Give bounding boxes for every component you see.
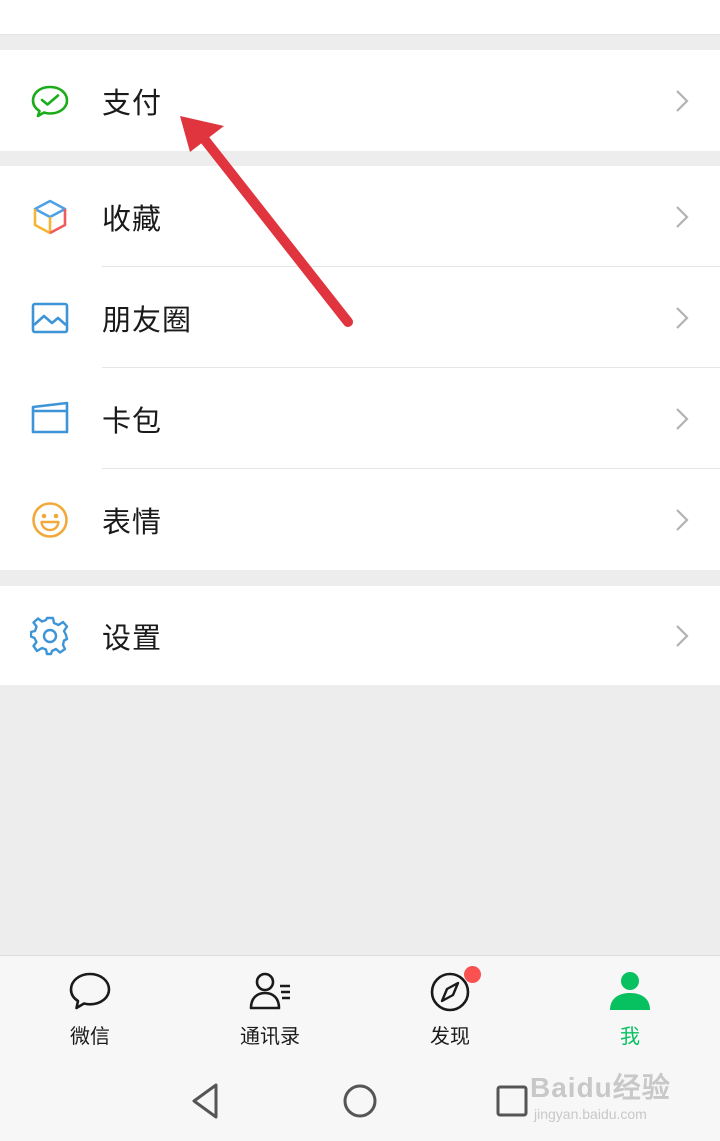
chevron-right-icon xyxy=(676,306,689,329)
chevron-right-icon xyxy=(676,508,689,531)
menu-item-label: 设置 xyxy=(102,620,163,655)
back-triangle-icon[interactable] xyxy=(184,1079,228,1123)
notification-badge xyxy=(464,966,481,983)
watermark-url: jingyan.baidu.com xyxy=(534,1106,647,1122)
tab-label: 微信 xyxy=(70,1024,110,1048)
image-icon xyxy=(30,298,70,338)
chevron-right-icon xyxy=(676,205,689,228)
chat-bubble-icon xyxy=(67,968,113,1014)
tab-me[interactable]: 我 xyxy=(540,956,720,1061)
menu-item-favorites[interactable]: 收藏 xyxy=(0,166,720,267)
gear-icon xyxy=(30,616,70,656)
wechat-pay-icon xyxy=(30,81,70,121)
smile-icon xyxy=(30,500,70,540)
menu-group-pay: 支付 xyxy=(0,50,720,151)
menu-item-pay[interactable]: 支付 xyxy=(0,50,720,151)
person-icon xyxy=(607,968,653,1014)
tab-chats[interactable]: 微信 xyxy=(0,956,180,1061)
contacts-icon xyxy=(247,968,293,1014)
tab-label: 发现 xyxy=(430,1024,470,1048)
tab-label: 通讯录 xyxy=(240,1024,300,1048)
chevron-right-icon xyxy=(676,624,689,647)
recent-apps-square-icon[interactable] xyxy=(490,1079,534,1123)
menu-item-label: 表情 xyxy=(102,504,163,539)
previous-section-card xyxy=(0,0,720,35)
baidu-watermark: Baidu经验 jingyan.baidu.com xyxy=(530,1066,710,1128)
menu-item-moments[interactable]: 朋友圈 xyxy=(0,267,720,368)
menu-item-label: 支付 xyxy=(102,85,163,120)
tab-contacts[interactable]: 通讯录 xyxy=(180,956,360,1061)
home-circle-icon[interactable] xyxy=(338,1079,382,1123)
watermark-brand: Baidu经验 xyxy=(530,1072,671,1103)
tab-discover[interactable]: 发现 xyxy=(360,956,540,1061)
bottom-tab-bar: 微信 通讯录 发现 我 xyxy=(0,955,720,1061)
chevron-right-icon xyxy=(676,89,689,112)
menu-item-settings[interactable]: 设置 xyxy=(0,586,720,685)
chevron-right-icon xyxy=(676,407,689,430)
tab-label: 我 xyxy=(620,1024,640,1048)
card-wallet-icon xyxy=(30,399,70,439)
menu-item-cards[interactable]: 卡包 xyxy=(0,368,720,469)
menu-item-label: 卡包 xyxy=(102,403,163,438)
menu-item-stickers[interactable]: 表情 xyxy=(0,469,720,570)
menu-group-main: 收藏 朋友圈 卡包 表情 xyxy=(0,166,720,570)
menu-item-label: 收藏 xyxy=(102,201,163,236)
cube-icon xyxy=(30,197,70,237)
menu-item-label: 朋友圈 xyxy=(102,302,193,337)
menu-group-settings: 设置 xyxy=(0,586,720,685)
